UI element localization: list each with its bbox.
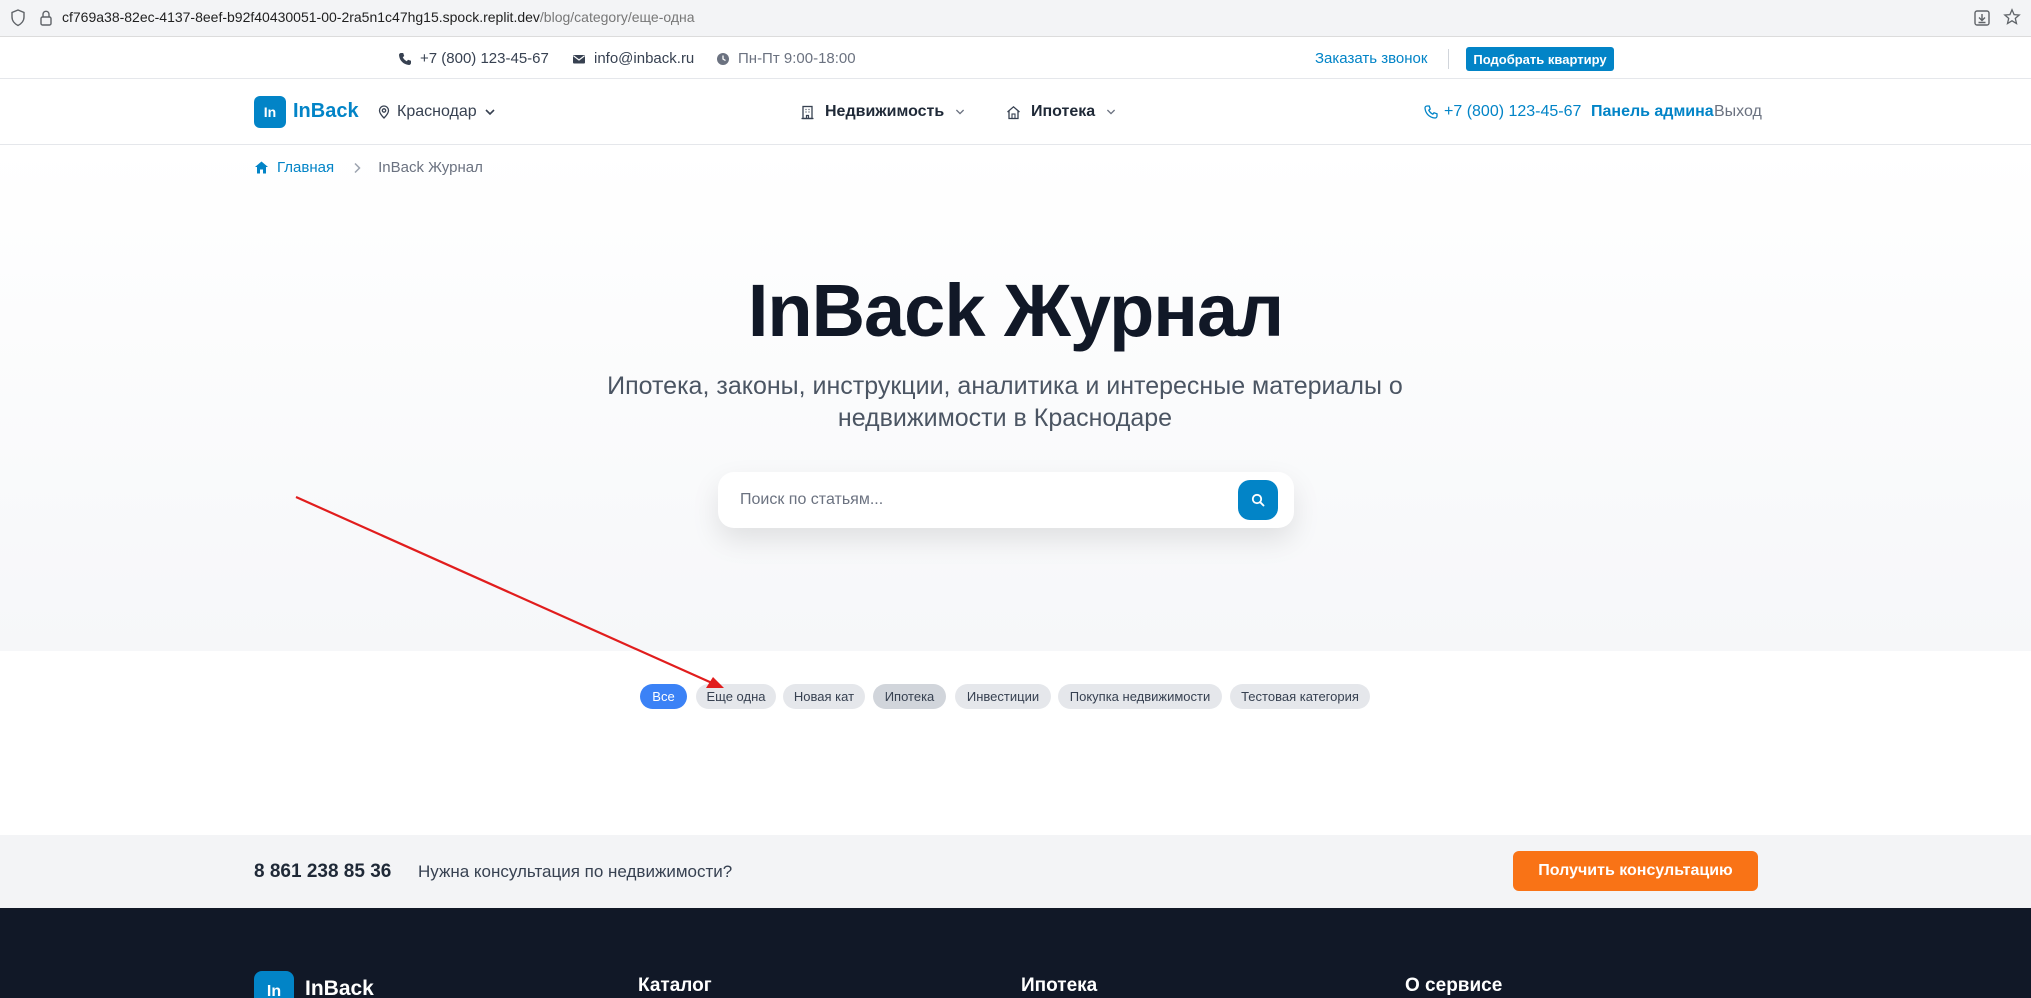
phone-icon bbox=[399, 52, 411, 65]
topbar-phone[interactable]: +7 (800) 123-45-67 bbox=[398, 50, 549, 67]
city-label: Краснодар bbox=[397, 103, 477, 120]
admin-panel-link[interactable]: Панель админа bbox=[1591, 103, 1714, 121]
shield-icon[interactable] bbox=[10, 9, 26, 27]
logo-name[interactable]: InBack bbox=[293, 100, 359, 123]
chevron-down-icon bbox=[485, 109, 495, 116]
search-button[interactable] bbox=[1238, 480, 1278, 520]
breadcrumb-home[interactable]: Главная bbox=[254, 159, 334, 176]
footer-logo-mark[interactable]: In bbox=[254, 971, 294, 998]
logo-mark[interactable]: In bbox=[254, 96, 286, 128]
category-chip-test[interactable]: Тестовая категория bbox=[1230, 684, 1370, 709]
category-chip-all[interactable]: Все bbox=[640, 684, 687, 709]
page-subtitle: Ипотека, законы, инструкции, аналитика и… bbox=[607, 372, 1403, 432]
footer-logo-name[interactable]: InBack bbox=[305, 977, 374, 998]
topbar-phone-label: +7 (800) 123-45-67 bbox=[420, 50, 549, 67]
download-icon[interactable] bbox=[1973, 9, 1991, 27]
clock-icon bbox=[717, 52, 729, 65]
nav-mortgage[interactable]: Ипотека bbox=[1006, 103, 1117, 121]
footer-column-about: О сервисе bbox=[1405, 975, 1503, 996]
header-phone-label: +7 (800) 123-45-67 bbox=[1444, 103, 1582, 120]
mail-icon bbox=[573, 54, 585, 63]
logout-link[interactable]: Выход bbox=[1714, 103, 1762, 121]
topbar-hours: Пн-Пт 9:00-18:00 bbox=[716, 50, 856, 67]
nav-real-estate[interactable]: Недвижимость bbox=[800, 103, 966, 121]
home-icon bbox=[1007, 105, 1020, 119]
topbar-hours-label: Пн-Пт 9:00-18:00 bbox=[738, 50, 856, 67]
phone-icon bbox=[1424, 105, 1438, 119]
page-title: InBack Журнал bbox=[747, 269, 1284, 352]
breadcrumb: Главная InBack Журнал bbox=[254, 159, 483, 176]
main-header: In InBack Краснодар Недвижимость Ипотека… bbox=[0, 79, 2031, 145]
footer-column-mortgage: Ипотека bbox=[1021, 975, 1098, 996]
search-input[interactable] bbox=[740, 486, 1210, 514]
url-path: /blog/category/еще-одна bbox=[539, 9, 695, 25]
browser-address-bar: cf769a38-82ec-4137-8eef-b92f40430051-00-… bbox=[0, 0, 2031, 37]
category-chip-mortgage[interactable]: Ипотека bbox=[873, 684, 946, 709]
top-contact-bar: +7 (800) 123-45-67 info@inback.ru Пн-Пт … bbox=[0, 37, 2031, 79]
topbar-divider bbox=[1448, 49, 1449, 69]
consultation-strip: 8 861 238 85 36 Нужна консультация по не… bbox=[0, 835, 2031, 908]
topbar-email[interactable]: info@inback.ru bbox=[572, 50, 694, 67]
callback-link[interactable]: Заказать звонок bbox=[1315, 50, 1427, 67]
pick-apartment-button[interactable]: Подобрать квартиру bbox=[1466, 47, 1614, 71]
footer-column-catalog: Каталог bbox=[638, 975, 712, 996]
cta-question: Нужна консультация по недвижимости? bbox=[418, 862, 733, 881]
map-pin-icon bbox=[378, 105, 390, 119]
footer: In InBack Каталог Ипотека О сервисе bbox=[0, 908, 2031, 998]
cta-phone[interactable]: 8 861 238 85 36 bbox=[254, 861, 391, 883]
blog-hero: Главная InBack Журнал InBack Журнал Ипот… bbox=[0, 146, 2031, 651]
url-host: cf769a38-82ec-4137-8eef-b92f40430051-00-… bbox=[62, 9, 540, 25]
chevron-right-icon bbox=[354, 162, 361, 173]
chevron-down-icon bbox=[1107, 109, 1116, 115]
breadcrumb-home-label: Главная bbox=[277, 159, 335, 176]
header-phone[interactable]: +7 (800) 123-45-67 bbox=[1424, 103, 1581, 121]
topbar-email-label: info@inback.ru bbox=[594, 50, 695, 67]
category-chip-one-more[interactable]: Еще одна bbox=[696, 684, 776, 709]
category-chip-investments[interactable]: Инвестиции bbox=[955, 684, 1051, 709]
search-icon bbox=[1251, 493, 1265, 507]
category-chip-buying[interactable]: Покупка недвижимости bbox=[1058, 684, 1222, 709]
breadcrumb-current: InBack Журнал bbox=[378, 159, 483, 176]
article-search bbox=[718, 472, 1294, 528]
nav-mortgage-label: Ипотека bbox=[1031, 103, 1096, 120]
home-icon bbox=[255, 161, 268, 174]
lock-icon bbox=[40, 10, 52, 26]
category-chip-new[interactable]: Новая кат bbox=[783, 684, 865, 709]
get-consultation-button[interactable]: Получить консультацию bbox=[1513, 851, 1758, 891]
chevron-down-icon bbox=[956, 109, 965, 115]
bookmark-star-icon[interactable] bbox=[2003, 8, 2021, 26]
nav-real-estate-label: Недвижимость bbox=[825, 103, 945, 120]
url-field[interactable]: cf769a38-82ec-4137-8eef-b92f40430051-00-… bbox=[62, 9, 695, 25]
building-icon bbox=[801, 105, 814, 119]
city-selector[interactable]: Краснодар bbox=[377, 103, 497, 121]
